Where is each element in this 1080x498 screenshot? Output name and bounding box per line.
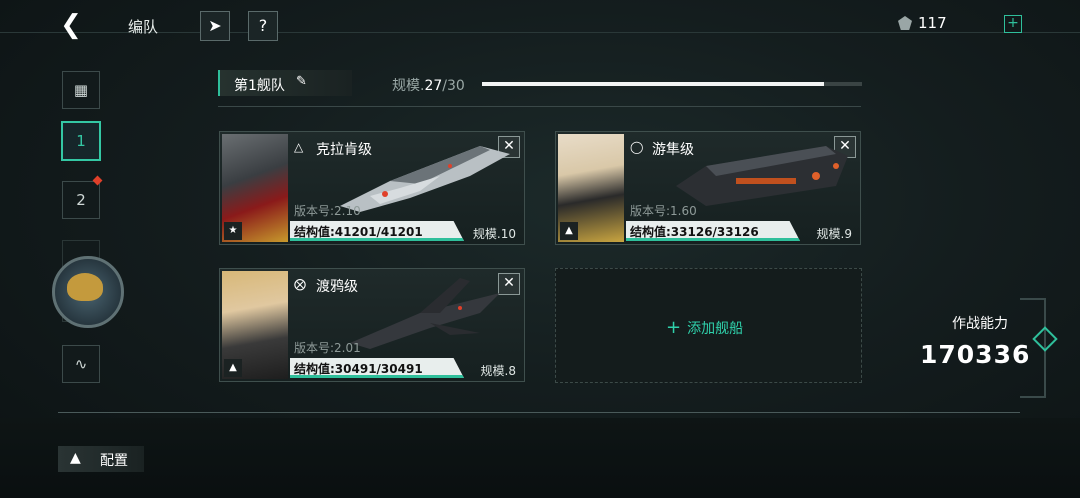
add-currency-button[interactable]: + [1004,15,1022,33]
ship-image [350,278,500,349]
scale-progress-fill [482,82,824,86]
header-divider [218,106,861,107]
phoenix-icon [67,273,103,301]
plus-icon: + [666,317,682,338]
chevron-left-icon: ❮ [60,10,82,40]
captain-portrait: ▲ [558,134,624,242]
scale-progress-bar [482,82,862,86]
back-button[interactable]: ❮ [56,10,86,40]
top-divider [0,32,1080,33]
structure-fill [290,238,464,241]
fleet-emblem[interactable] [52,256,124,328]
grid-icon: ▦ [73,81,89,99]
fleet-tab-2[interactable]: 2 [62,181,100,219]
ship-scale: 规模.8 [480,364,516,378]
rocket-icon: ➤ [208,16,222,35]
ship-scale: 规模.10 [472,227,516,241]
gem-icon [898,16,912,30]
ship-card[interactable]: ▲ ◯ 游隼级 ✕ 版本号:1.60 结构值:33126/33126 规模.9 [555,131,861,245]
structure-bar: 结构值:30491/30491 [290,358,464,378]
add-ship-button[interactable]: + 添加舰船 [666,317,743,338]
class-emblem-icon: ◯ [630,140,644,154]
fleet-config-icon: ▲ [70,450,81,466]
currency-display: 117 [898,14,947,32]
grid-view-button[interactable]: ▦ [62,71,100,109]
ship-version: 版本号:2.10 [294,204,361,218]
captain-portrait: ▲ [222,271,288,379]
edit-icon[interactable]: ✎ [296,74,307,89]
bottom-divider [58,412,1020,413]
fleet-tab-1[interactable]: 1 [61,121,101,161]
structure-bar: 结构值:41201/41201 [290,221,464,241]
ship-image [340,146,510,212]
fleet-name-tab[interactable]: 第1舰队 ✎ [218,70,352,96]
structure-fill [626,238,800,241]
fleet-scale: 规模.27/30 [392,78,465,94]
bottom-bar [0,418,1080,498]
combat-power-label: 作战能力 [952,316,1008,332]
add-ship-slot[interactable]: + 添加舰船 [555,268,862,383]
stats-button[interactable]: ∿ [62,345,100,383]
fleet-name: 第1舰队 [234,78,285,94]
ship-scale: 规模.9 [816,227,852,241]
structure-fill [290,375,464,378]
captain-portrait: ★ [222,134,288,242]
class-icon: ★ [224,222,242,240]
combat-power-value: 170336 [920,340,1031,369]
question-icon: ? [258,16,268,35]
config-button[interactable]: ▲ 配置 [58,446,144,472]
structure-bar: 结构值:33126/33126 [626,221,800,241]
ship-card[interactable]: ★ △ 克拉肯级 ✕ 版本号:2.10 结构值:41201/41201 规模.1… [219,131,525,245]
class-icon: ▲ [560,222,578,240]
class-emblem-icon: ⨂ [294,277,306,291]
ship-image [676,146,848,206]
rocket-button[interactable]: ➤ [200,11,230,41]
help-button[interactable]: ? [248,11,278,41]
class-emblem-icon: △ [294,140,304,154]
ship-version: 版本号:1.60 [630,204,697,218]
page-title: 编队 [128,18,159,36]
waveform-icon: ∿ [74,355,88,373]
currency-value: 117 [918,14,947,32]
ship-version: 版本号:2.01 [294,341,361,355]
class-icon: ▲ [224,359,242,377]
config-label: 配置 [100,453,128,469]
ship-card[interactable]: ▲ ⨂ 渡鸦级 ✕ 版本号:2.01 结构值:30491/30491 规模.8 [219,268,525,382]
